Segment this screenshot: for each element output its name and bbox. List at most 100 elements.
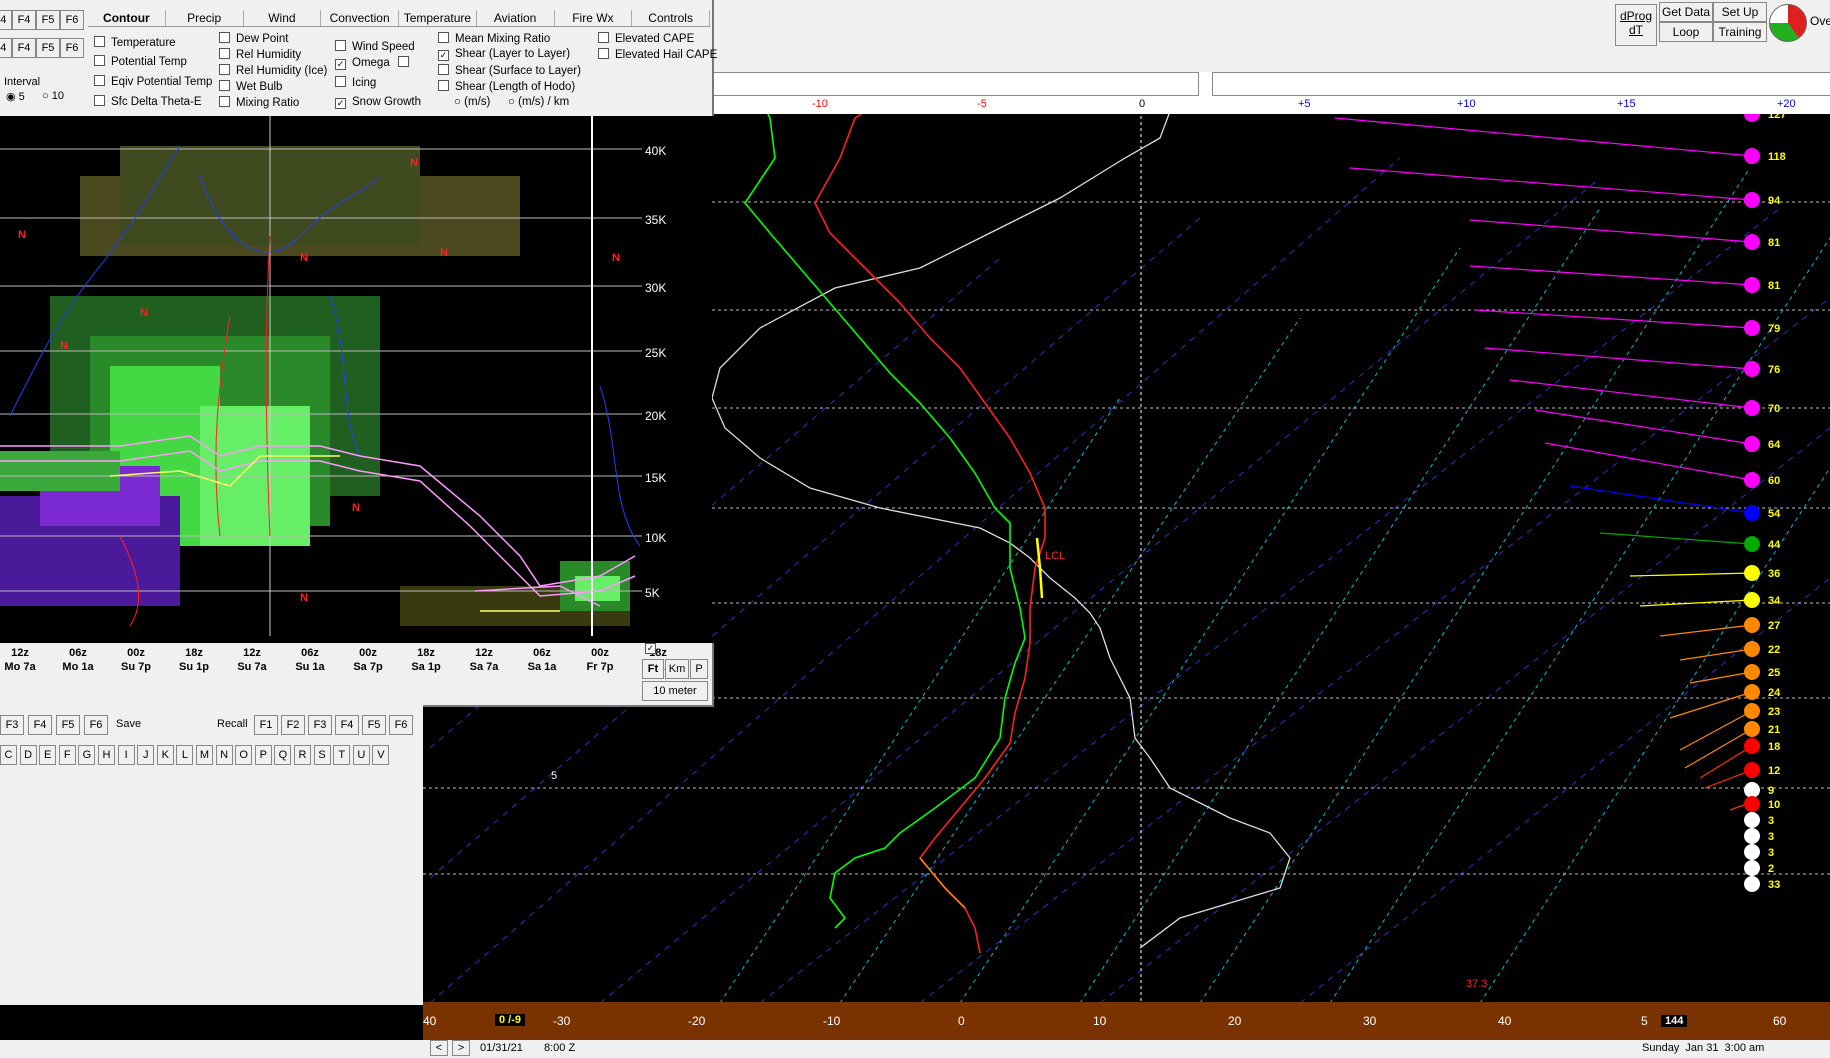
letter-key[interactable]: F bbox=[58, 745, 76, 765]
unit-km-button[interactable]: Km bbox=[665, 659, 689, 679]
model-input[interactable] bbox=[712, 72, 1199, 96]
recall-fkey[interactable]: F5 bbox=[362, 715, 386, 735]
time-label-local: Sa 1a bbox=[527, 661, 557, 673]
height-axis-label: 25K bbox=[645, 346, 667, 360]
letter-key[interactable]: N bbox=[215, 745, 233, 765]
tab-fire-wx[interactable]: Fire Wx bbox=[555, 10, 633, 26]
next-button[interactable]: > bbox=[452, 1040, 470, 1056]
checkbox-shear-hodo[interactable]: Shear (Length of Hodo) bbox=[438, 80, 575, 93]
recall-fkey[interactable]: F3 bbox=[308, 715, 332, 735]
letter-key[interactable]: L bbox=[176, 745, 194, 765]
scale-label: 0 bbox=[1139, 98, 1146, 110]
fkey-f4[interactable]: F4 bbox=[0, 10, 12, 30]
dprog-button[interactable]: dProg dT bbox=[1615, 4, 1657, 46]
interval-option-5[interactable]: ◉ 5 bbox=[6, 90, 25, 103]
letter-key[interactable]: T bbox=[333, 745, 351, 765]
fkey-f5[interactable]: F5 bbox=[56, 715, 80, 735]
tab-precip[interactable]: Precip bbox=[166, 10, 244, 26]
letter-key[interactable]: I bbox=[117, 745, 135, 765]
time-height-cross-section[interactable]: N N N N N N N N N N 40K 35K 30K 25K 20K 15K 10… bbox=[0, 107, 712, 643]
info-input[interactable] bbox=[1212, 72, 1830, 96]
checkbox-snow-growth[interactable]: ✓ Snow Growth bbox=[335, 96, 421, 109]
white-profile-line bbox=[711, 98, 1291, 949]
axis-checkbox[interactable]: ✓ bbox=[645, 643, 656, 654]
fkey-f4[interactable]: F4 bbox=[0, 38, 12, 58]
checkbox-omega[interactable]: ✓ Omega bbox=[335, 57, 390, 70]
checkbox-temperature[interactable]: Temperature bbox=[94, 36, 176, 49]
tab-contour[interactable]: Contour bbox=[88, 10, 166, 26]
letter-key[interactable]: P bbox=[254, 745, 272, 765]
checkbox-shear-layer[interactable]: ✓ Shear (Layer to Layer) bbox=[438, 48, 570, 61]
recall-fkey[interactable]: F1 bbox=[254, 715, 278, 735]
recall-fkey[interactable]: F2 bbox=[281, 715, 305, 735]
wind-speed-dot bbox=[1744, 617, 1760, 633]
checkbox-rel-humidity[interactable]: Rel Humidity bbox=[219, 48, 301, 61]
checkbox-icon bbox=[94, 95, 105, 106]
prev-button[interactable]: < bbox=[430, 1040, 448, 1056]
checkbox-wind-speed[interactable]: Wind Speed bbox=[335, 40, 415, 53]
letter-key[interactable]: U bbox=[352, 745, 370, 765]
fkey-f5[interactable]: F5 bbox=[36, 38, 60, 58]
radio-shear-ms[interactable]: ○ (m/s) bbox=[454, 96, 490, 108]
letter-key[interactable]: O bbox=[235, 745, 253, 765]
checkbox-dew-point[interactable]: Dew Point bbox=[219, 32, 288, 45]
omega-option-box[interactable] bbox=[398, 56, 409, 67]
letter-key[interactable]: M bbox=[196, 745, 213, 765]
tab-convection[interactable]: Convection bbox=[321, 10, 399, 26]
set-up-button[interactable]: Set Up bbox=[1713, 2, 1767, 22]
interval-option-10[interactable]: ○ 10 bbox=[42, 90, 64, 102]
recall-fkey[interactable]: F4 bbox=[335, 715, 359, 735]
letter-key[interactable]: E bbox=[39, 745, 57, 765]
letter-key[interactable]: S bbox=[313, 745, 331, 765]
letter-key[interactable]: H bbox=[98, 745, 115, 765]
fkey-f6[interactable]: F6 bbox=[84, 715, 108, 735]
recall-fkey[interactable]: F6 bbox=[389, 715, 413, 735]
checkbox-sfc-delta-theta-e[interactable]: Sfc Delta Theta-E bbox=[94, 95, 202, 108]
checkbox-icing[interactable]: Icing bbox=[335, 76, 376, 89]
checkbox-mixing-ratio[interactable]: Mixing Ratio bbox=[219, 96, 299, 109]
tab-temperature[interactable]: Temperature bbox=[399, 10, 477, 26]
wind-level-button[interactable]: 10 meter bbox=[642, 681, 708, 701]
fkey-f6[interactable]: F6 bbox=[60, 10, 84, 30]
unit-ft-button[interactable]: Ft bbox=[642, 659, 664, 679]
loop-button[interactable]: Loop bbox=[1659, 22, 1713, 42]
fkey-f6[interactable]: F6 bbox=[60, 38, 84, 58]
fkey-f3[interactable]: F3 bbox=[0, 715, 24, 735]
save-label[interactable]: Save bbox=[116, 718, 141, 730]
tab-wind[interactable]: Wind bbox=[244, 10, 322, 26]
checkbox-mean-mixing-ratio[interactable]: Mean Mixing Ratio bbox=[438, 32, 550, 45]
get-data-button[interactable]: Get Data bbox=[1659, 2, 1713, 22]
letter-key[interactable]: C bbox=[0, 745, 17, 765]
checkbox-elevated-cape[interactable]: Elevated CAPE bbox=[598, 32, 694, 45]
letter-key[interactable]: K bbox=[156, 745, 174, 765]
time-label-local: Fr 7p bbox=[586, 661, 614, 673]
unit-p-button[interactable]: P bbox=[690, 659, 708, 679]
letter-key[interactable]: J bbox=[137, 745, 155, 765]
tab-controls[interactable]: Controls bbox=[632, 10, 710, 26]
logo-icon[interactable] bbox=[1769, 4, 1807, 42]
checkbox-wet-bulb[interactable]: Wet Bulb bbox=[219, 80, 282, 93]
radio-shear-ms-km[interactable]: ○ (m/s) / km bbox=[508, 96, 569, 108]
fkey-f5[interactable]: F5 bbox=[36, 10, 60, 30]
overview-label[interactable]: Over bbox=[1810, 14, 1830, 28]
letter-key[interactable]: Q bbox=[274, 745, 292, 765]
fkey-f4[interactable]: F4 bbox=[12, 10, 36, 30]
letter-key[interactable]: G bbox=[78, 745, 96, 765]
checkbox-rel-humidity-ice[interactable]: Rel Humidity (Ice) bbox=[219, 64, 327, 77]
training-button[interactable]: Training bbox=[1713, 22, 1767, 42]
letter-key[interactable]: D bbox=[19, 745, 37, 765]
recall-label[interactable]: Recall bbox=[217, 718, 248, 730]
letter-key[interactable]: V bbox=[372, 745, 390, 765]
tab-aviation[interactable]: Aviation bbox=[477, 10, 555, 26]
checkbox-potential-temp[interactable]: Potential Temp bbox=[94, 55, 187, 68]
checkbox-elevated-hail-cape[interactable]: Elevated Hail CAPE bbox=[598, 48, 717, 61]
status-datetime: Sunday Jan 31 3:00 am bbox=[1642, 1042, 1765, 1054]
wind-speed-label: 33 bbox=[1768, 879, 1780, 891]
checkbox-shear-surface[interactable]: Shear (Surface to Layer) bbox=[438, 64, 581, 77]
fkey-f4[interactable]: F4 bbox=[12, 38, 36, 58]
fkey-f4[interactable]: F4 bbox=[28, 715, 52, 735]
time-label-local: Su 1a bbox=[295, 661, 325, 673]
checkbox-icon bbox=[94, 36, 105, 47]
letter-key[interactable]: R bbox=[294, 745, 311, 765]
checkbox-eqiv-potential-temp[interactable]: Eqiv Potential Temp bbox=[94, 75, 212, 88]
